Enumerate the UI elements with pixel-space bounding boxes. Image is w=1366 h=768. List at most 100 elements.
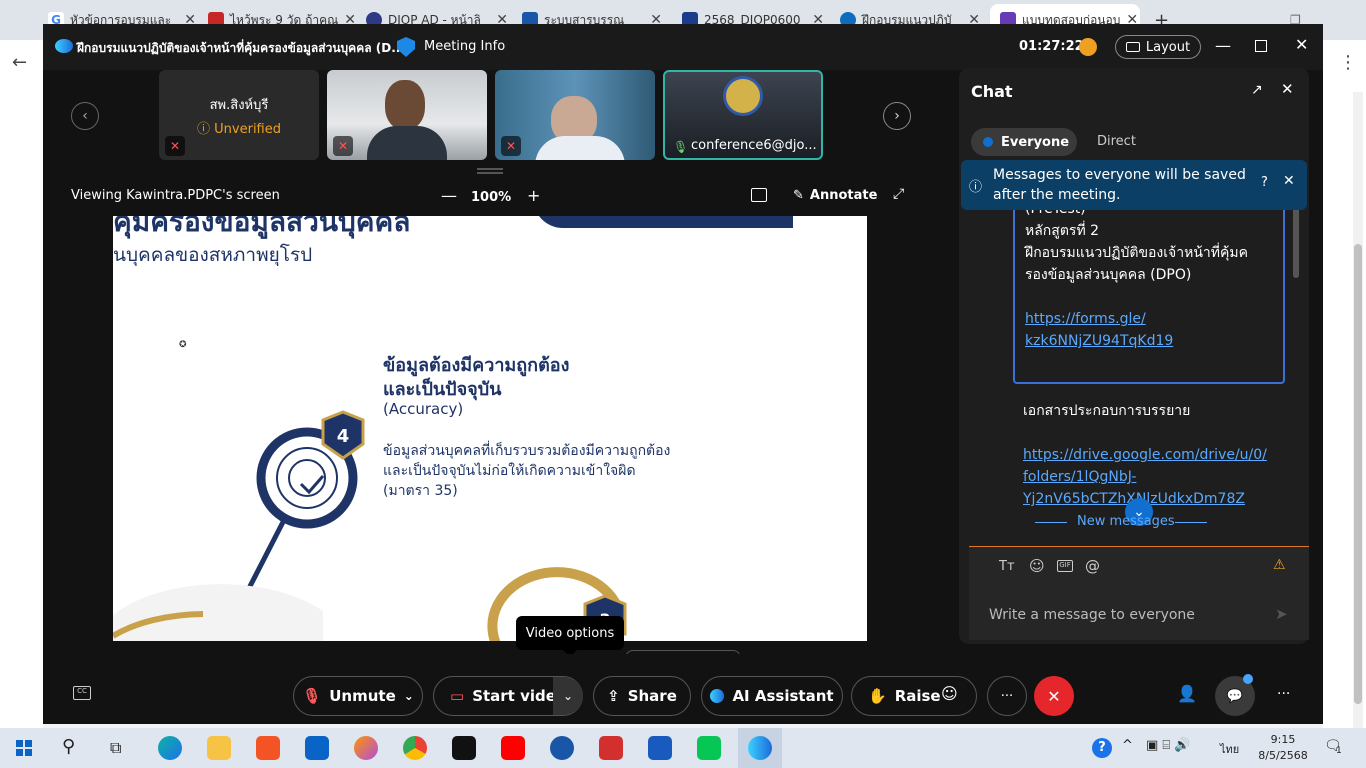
task-view-icon[interactable]: ⧉ — [110, 738, 121, 758]
back-arrow-icon[interactable]: ← — [12, 52, 27, 73]
layout-button[interactable]: Layout — [1115, 35, 1201, 59]
person-body — [535, 136, 625, 160]
more-vertical-icon[interactable]: ⋮ — [1339, 52, 1357, 73]
chat-input[interactable]: Write a message to everyone — [989, 607, 1195, 623]
chat-panel: Chat ↗ ✕ Everyone Direct (PreTest) หลักส… — [959, 68, 1309, 644]
browser-right-gutter: ⋮ — [1323, 40, 1366, 728]
close-chat-button[interactable]: ✕ — [1281, 80, 1294, 98]
participant-tile-active[interactable]: conference6@djo... 🎙 — [663, 70, 823, 160]
webex-icon — [748, 736, 772, 760]
mic-muted-icon: ✕ — [333, 136, 353, 156]
close-banner-button[interactable]: ✕ — [1283, 173, 1295, 189]
layout-label: Layout — [1145, 39, 1191, 55]
drag-handle[interactable] — [477, 168, 503, 174]
acrobat-icon[interactable] — [599, 736, 623, 760]
tiktok-icon[interactable] — [452, 736, 476, 760]
leave-meeting-button[interactable]: ✕ — [1034, 676, 1074, 716]
taskbar-active-app[interactable] — [738, 728, 782, 768]
fit-screen-icon[interactable] — [751, 188, 767, 202]
shared-screen[interactable]: คุ้มครองข้อมูลส่วนบุคคล นบุคคลของสหภาพยุ… — [113, 216, 867, 641]
participant-tile[interactable]: ✕ — [495, 70, 655, 160]
firefox-icon[interactable] — [354, 736, 378, 760]
emblem-image — [723, 76, 763, 116]
participant-tile[interactable]: ✕ — [327, 70, 487, 160]
zoom-level: 100% — [471, 190, 512, 205]
more-apps-icon[interactable]: ··· — [1277, 686, 1290, 702]
page-scrollbar[interactable] — [1353, 92, 1363, 728]
tab-everyone[interactable]: Everyone — [971, 128, 1077, 156]
chat-scrollbar[interactable] — [1293, 198, 1299, 278]
minimize-button[interactable]: — — [1215, 36, 1231, 55]
gif-icon[interactable]: GIF — [1057, 560, 1073, 572]
app-icon[interactable] — [550, 736, 574, 760]
emoji-icon[interactable]: ☺ — [1029, 557, 1045, 575]
more-options-button[interactable]: ··· — [987, 676, 1027, 716]
scrollbar-thumb[interactable] — [1354, 244, 1362, 704]
ai-assistant-icon — [710, 689, 725, 703]
close-window-button[interactable]: ✕ — [1295, 35, 1308, 54]
divider — [1175, 522, 1207, 523]
popout-icon[interactable]: ↗ — [1251, 82, 1263, 98]
prev-participants-button[interactable]: ‹ — [71, 102, 99, 130]
privacy-icon[interactable]: ⚠ — [1273, 557, 1286, 573]
tray-icons[interactable]: ▣ ⌸ 🔊 — [1146, 738, 1191, 753]
hand-icon: ✋ — [868, 687, 887, 705]
zoom-in-button[interactable]: + — [527, 186, 540, 205]
warning-icon: ⓘ — [197, 122, 211, 137]
mic-on-icon: 🎙 — [673, 140, 689, 154]
chat-link[interactable]: https://forms.gle/ kzk6NNjZU94TqKd19 — [1025, 308, 1173, 352]
participant-tile[interactable]: สพ.สิงห์บุรี ⓘ Unverified ✕ — [159, 70, 319, 160]
chrome-icon[interactable] — [403, 736, 427, 760]
camera-off-icon: ▭ — [450, 687, 465, 705]
slide-graphic — [113, 410, 627, 641]
maximize-button[interactable] — [1255, 40, 1267, 52]
meeting-timer: 01:27:22 — [1019, 39, 1084, 54]
chevron-up-icon[interactable]: ^ — [1122, 738, 1133, 753]
search-icon[interactable]: ⚲ — [62, 736, 75, 757]
mail-icon[interactable] — [305, 736, 329, 760]
help-icon[interactable]: ? — [1261, 175, 1268, 190]
send-icon[interactable]: ➤ — [1275, 605, 1288, 623]
share-button[interactable]: ⇪ Share — [593, 676, 691, 716]
meeting-info-button[interactable]: Meeting Info — [424, 39, 505, 54]
help-icon[interactable]: ? — [1092, 738, 1112, 758]
fullscreen-icon[interactable]: ⤢ — [893, 186, 904, 202]
notification-count: 1 — [1336, 746, 1342, 756]
youtube-icon[interactable] — [501, 736, 525, 760]
input-language[interactable]: ไทย — [1220, 740, 1239, 758]
participants-icon[interactable]: 👤 — [1177, 684, 1197, 703]
file-explorer-icon[interactable] — [207, 736, 231, 760]
zoom-out-button[interactable]: — — [441, 186, 457, 205]
everyone-icon — [983, 137, 993, 147]
new-messages-label[interactable]: New messages — [1077, 514, 1175, 529]
store-icon[interactable] — [256, 736, 280, 760]
annotate-button[interactable]: ✎ Annotate — [793, 188, 877, 203]
mention-icon[interactable]: @ — [1085, 557, 1100, 575]
meeting-titlebar: ฝึกอบรมแนวปฏิบัติของเจ้าหน้าที่คุ้มครองข… — [43, 24, 1323, 70]
ai-assistant-button[interactable]: AI Assistant — [701, 676, 843, 716]
edge-icon[interactable] — [158, 736, 182, 760]
line-icon[interactable] — [697, 736, 721, 760]
next-participants-button[interactable]: › — [883, 102, 911, 130]
person-body — [367, 126, 447, 160]
info-icon: ⓘ — [969, 180, 983, 195]
raise-hand-button[interactable]: ✋ Raise — [851, 676, 977, 716]
meeting-window: ฝึกอบรมแนวปฏิบัติของเจ้าหน้าที่คุ้มครองข… — [43, 24, 1323, 724]
chat-unread-dot — [1243, 674, 1253, 684]
chat-title: Chat — [971, 82, 1013, 101]
network-status-icon[interactable] — [1079, 38, 1097, 56]
word-icon[interactable] — [648, 736, 672, 760]
tab-direct[interactable]: Direct — [1097, 134, 1136, 149]
clock[interactable]: 9:15 8/5/2568 — [1258, 732, 1308, 764]
unmute-button[interactable]: 🎙 Unmute ⌄ — [293, 676, 423, 716]
text-format-icon[interactable]: Tт — [999, 559, 1015, 574]
captions-icon[interactable]: CC — [73, 686, 91, 700]
reactions-icon[interactable]: ☺ — [941, 684, 958, 703]
video-options-tooltip: Video options — [516, 616, 624, 650]
webex-icon — [55, 39, 73, 53]
windows-start-icon[interactable] — [16, 740, 32, 756]
chevron-down-icon: ⌄ — [403, 689, 414, 703]
mic-muted-icon: ✕ — [165, 136, 185, 156]
person-video — [385, 80, 425, 130]
layout-icon — [1125, 42, 1140, 52]
